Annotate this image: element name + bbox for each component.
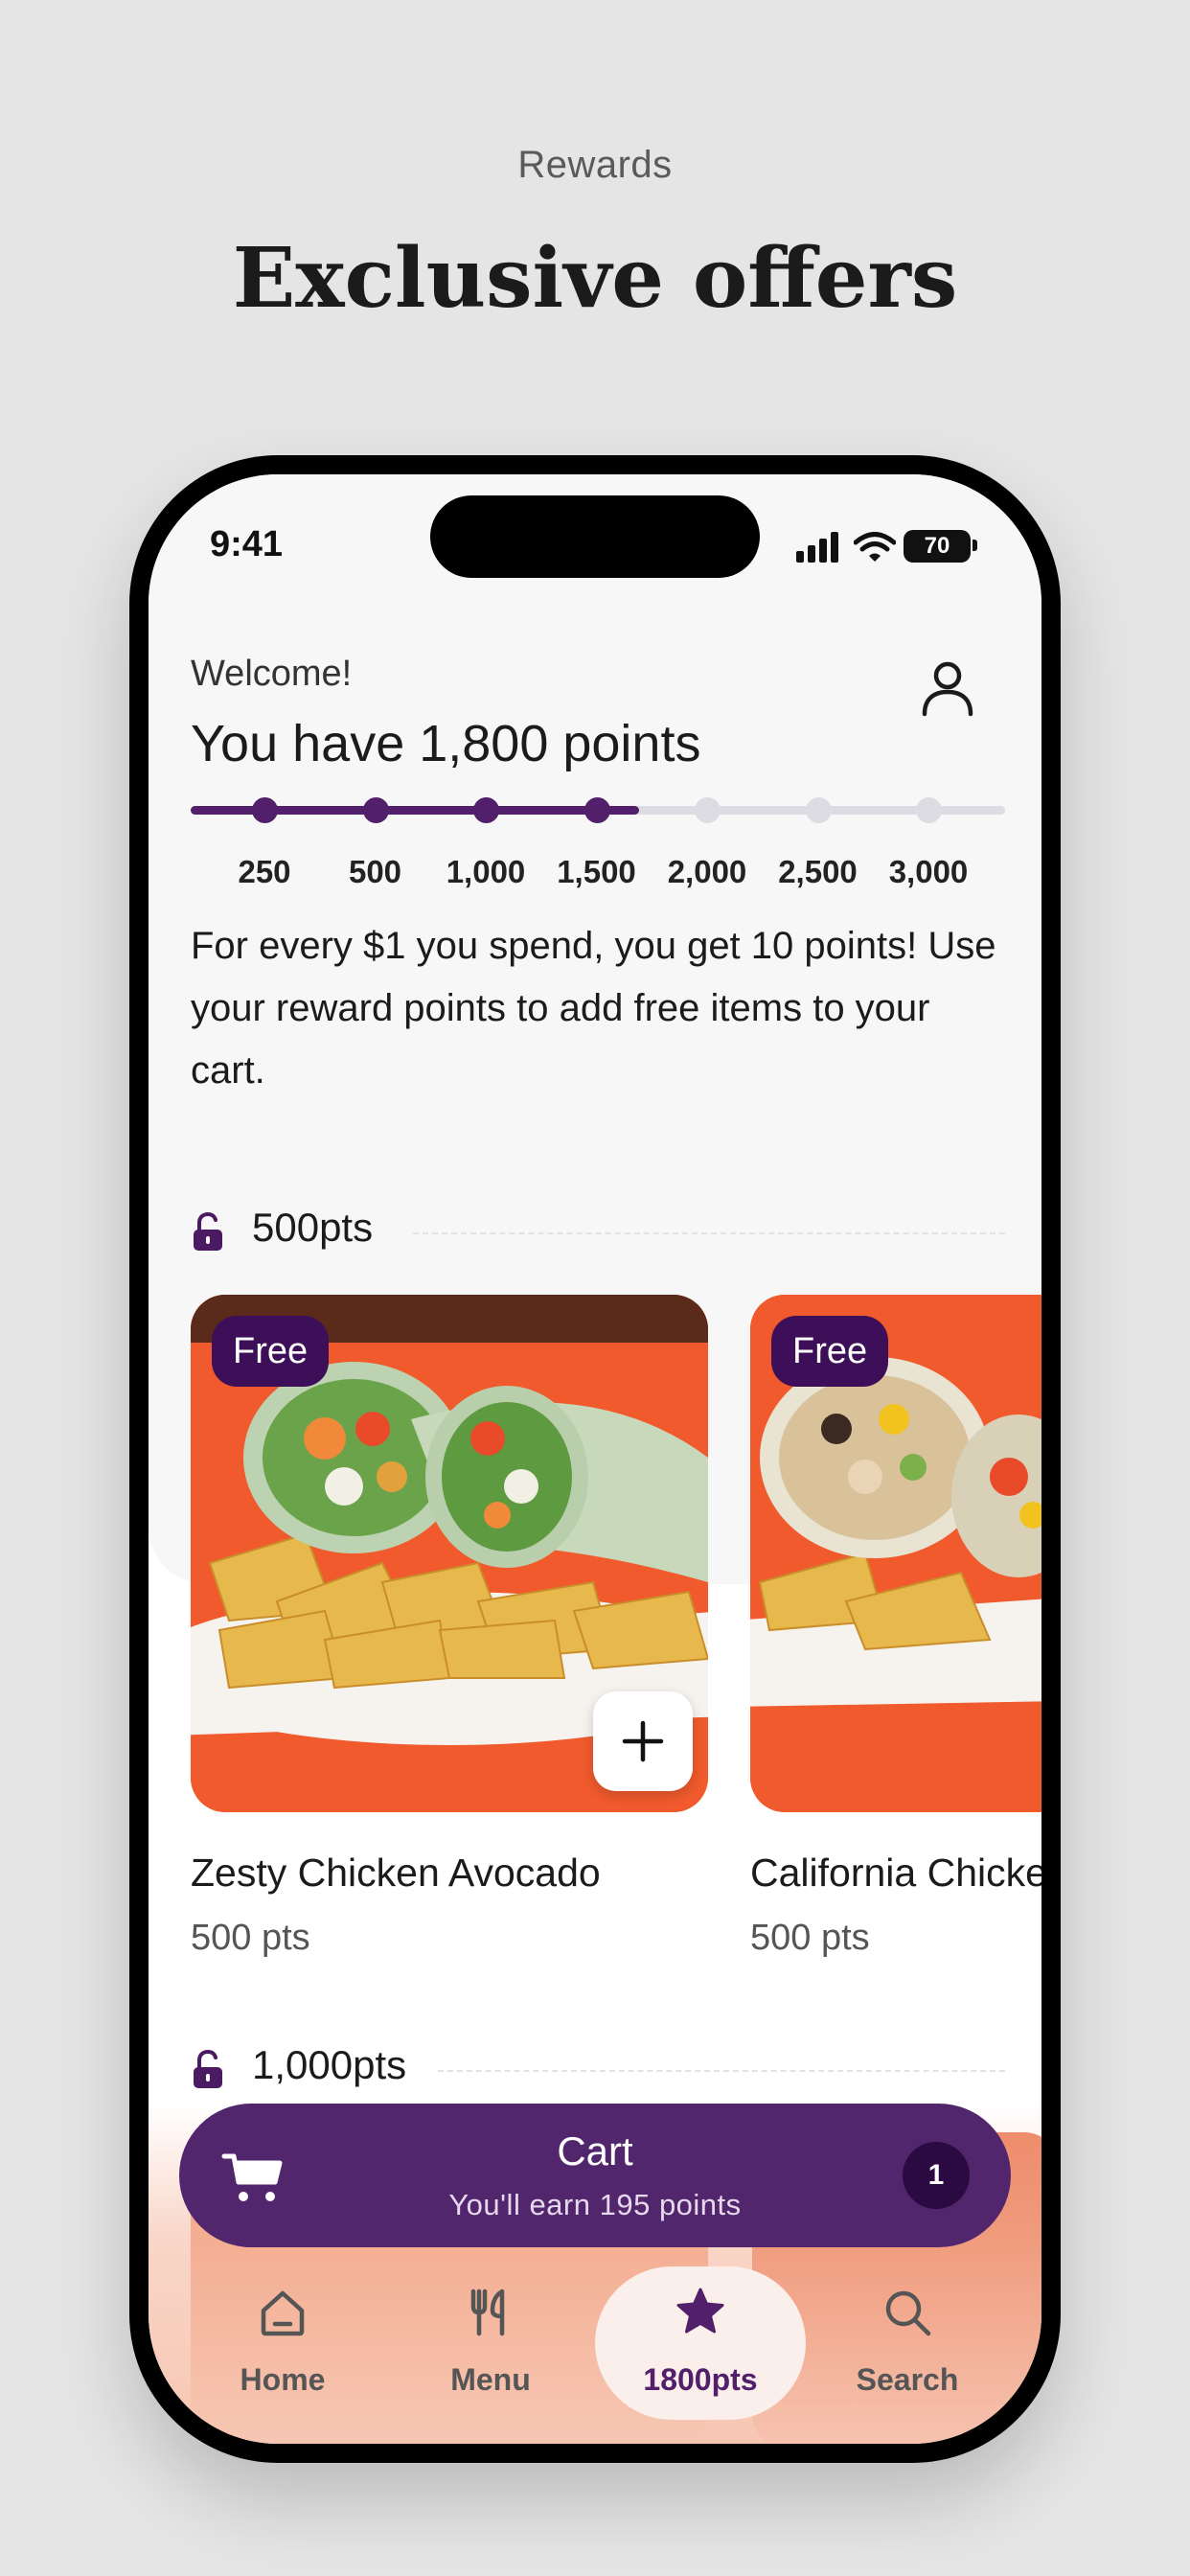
free-badge: Free [771,1316,889,1387]
tier-divider [413,1232,1005,1234]
item-name: Zesty Chicken Avocado [191,1851,601,1895]
milestone-dot [584,797,610,823]
cart-title: Cart [557,2128,633,2174]
points-title: You have 1,800 points [191,715,701,772]
milestone-dot [695,797,721,823]
tier-label: 500pts [252,1205,374,1250]
food-image-burrito-wrap[interactable]: Free [750,1295,1041,1812]
tier-label: 1,000pts [252,2042,407,2087]
status-icons: 70 [796,528,988,566]
search-icon [885,2290,931,2336]
phone-frame: Welcome! You have 1,800 points 250 500 1,0… [129,455,1061,2463]
tab-label: 1800pts [643,2362,758,2397]
battery-icon: 70 [904,530,971,563]
cart-bar[interactable]: Cart You'll earn 195 points 1 [179,2104,1011,2247]
battery-cap [973,540,977,551]
milestone-dot [805,797,832,823]
item-points: 500 pts [191,1918,310,1958]
unlock-icon [194,1212,222,1251]
fork-knife-icon [470,2288,505,2336]
tab-menu[interactable]: Menu [385,2266,596,2429]
wifi-icon [854,532,896,562]
tab-home[interactable]: Home [177,2266,388,2429]
tier-header-1000: 1,000pts [191,2038,1005,2096]
page-eyebrow: Rewards [517,144,673,186]
tab-search[interactable]: Search [802,2266,1013,2429]
status-bar: 9:41 70 [149,474,1041,599]
food-image-burrito-wrap[interactable]: Free [191,1295,708,1812]
free-badge: Free [212,1316,330,1387]
item-name: California Chicke [750,1851,1041,1895]
tab-bar: Home Menu 1800pts Search [149,2266,1041,2429]
plus-icon [622,1720,664,1762]
milestone-dot [362,797,389,823]
tab-label: Menu [450,2362,531,2397]
phone-screen: Welcome! You have 1,800 points 250 500 1,0… [149,474,1041,2444]
tab-label: Search [856,2362,959,2397]
item-points: 500 pts [750,1918,870,1958]
milestone-label: 3,000 [888,854,969,889]
page-title: Exclusive offers [232,230,958,327]
milestone-dot [916,797,942,823]
add-to-cart-button[interactable] [593,1691,693,1791]
earn-info-text: For every $1 you spend, you get 10 point… [191,925,996,1092]
tier-header-500: 500pts [191,1201,1005,1258]
dynamic-island [430,495,760,578]
tab-label: Home [240,2362,326,2397]
milestone-dot [473,797,499,823]
star-icon [676,2288,724,2334]
points-progress-bar [191,797,1005,823]
milestone-dot [252,797,278,823]
tier-divider [438,2070,1005,2072]
person-icon[interactable] [917,656,978,718]
welcome-text: Welcome! [191,654,353,694]
tab-rewards[interactable]: 1800pts [595,2266,806,2429]
unlock-icon [194,2050,222,2088]
cellular-signal-icon [796,532,838,563]
status-time: 9:41 [210,524,284,564]
cart-count-badge: 1 [903,2142,970,2209]
cart-earn-points: You'll earn 195 points [448,2188,742,2221]
home-icon [261,2290,305,2336]
